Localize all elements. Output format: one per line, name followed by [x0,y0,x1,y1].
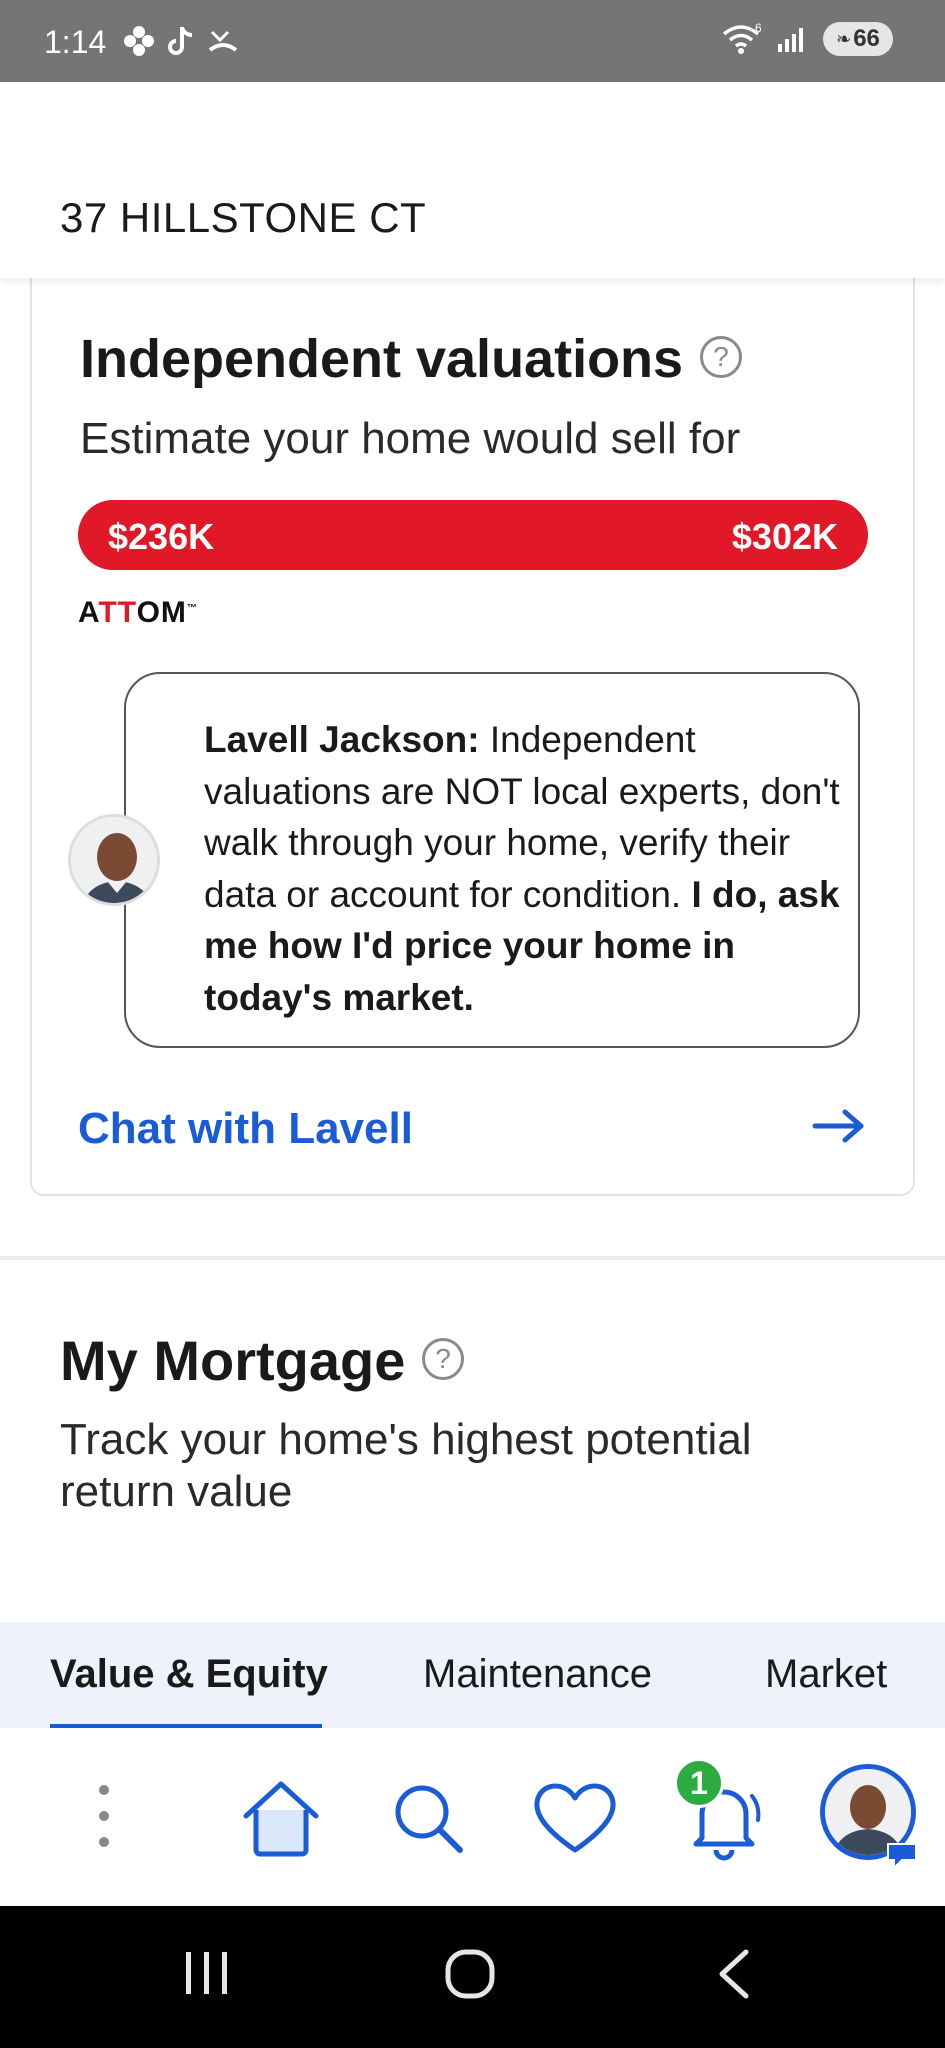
tab-value-equity[interactable]: Value & Equity [50,1652,328,1697]
signal-icon [778,28,803,52]
tab-maintenance[interactable]: Maintenance [423,1652,652,1697]
notification-badge: 1 [674,1758,724,1808]
range-low-value: $236K [108,516,215,557]
system-icons: 6 ❧ 66 [721,22,893,56]
arrow-right-icon[interactable] [811,1104,867,1148]
valuation-subtitle: Estimate your home would sell for [80,414,741,463]
pinwheel-icon [124,26,154,56]
missed-call-icon [208,30,238,52]
more-icon[interactable] [90,1780,118,1860]
section-divider [0,1256,945,1260]
back-icon[interactable] [714,1948,754,2000]
home-circle-icon[interactable] [444,1948,496,2000]
range-high-value: $302K [731,516,838,557]
notification-icons [122,24,240,58]
system-nav-bar [0,1906,945,2048]
heart-icon[interactable] [530,1780,620,1856]
network-label: 6 [755,22,762,35]
mortgage-title: My Mortgage [60,1329,406,1392]
recents-icon[interactable] [182,1948,232,1998]
agent-avatar [68,814,160,906]
battery-indicator: ❧ 66 [823,22,893,56]
mortgage-help-icon[interactable]: ? [422,1338,464,1380]
leaf-icon: ❧ [836,28,852,49]
status-bar: 1:14 6 ❧ 66 [0,0,945,82]
chat-with-agent-link[interactable]: Chat with Lavell [78,1104,413,1154]
page-header: 37 HILLSTONE CT [0,82,945,278]
agent-message-bubble: Lavell Jackson: Independent valuations a… [124,672,860,1048]
wifi-icon: 6 [722,22,762,54]
search-icon[interactable] [388,1778,468,1858]
agent-name: Lavell Jackson: [204,719,480,760]
battery-level: 66 [853,25,880,52]
property-address: 37 HILLSTONE CT [60,194,427,241]
mortgage-subtitle: Track your home's highest potential retu… [60,1415,752,1516]
valuation-range-bar: $236K $302K [78,500,868,570]
section-tabs: Value & Equity Maintenance Market [0,1622,945,1728]
status-time: 1:14 [44,24,107,60]
attom-logo: ATTOM™ [78,596,198,629]
bottom-nav: 1 [0,1728,945,1906]
valuation-card: Independent valuations ? Estimate your h… [30,260,915,1196]
valuation-title: Independent valuations [80,329,684,389]
chat-bubble-icon [887,1843,917,1870]
tiktok-icon [168,27,193,55]
help-icon[interactable]: ? [700,336,742,378]
agent-message: Lavell Jackson: Independent valuations a… [204,714,844,1023]
home-icon[interactable] [238,1778,324,1858]
tab-market[interactable]: Market [765,1652,887,1697]
